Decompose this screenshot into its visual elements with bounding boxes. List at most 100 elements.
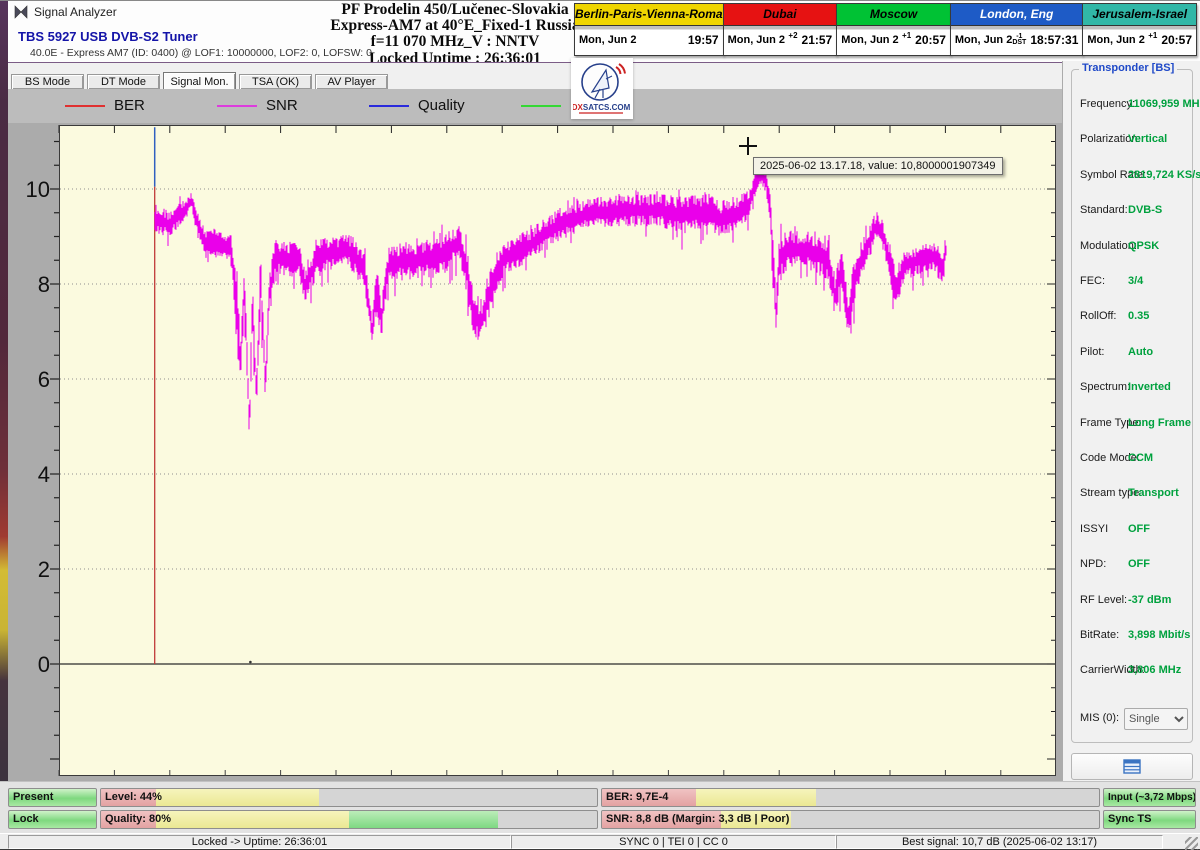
- meter-label: Quality: 80%: [105, 813, 171, 825]
- chart-panel: BERSNRQualityLevel 0246810 2025-06-02 13…: [8, 89, 1062, 781]
- chart-tooltip: 2025-06-02 13.17.18, value: 10,800000190…: [753, 157, 1003, 175]
- ts-tool-button[interactable]: [1071, 753, 1193, 780]
- clock-time-row: Mon, Jun 2-1DST18:57:31: [951, 26, 1083, 54]
- crosshair-cursor-icon: [739, 137, 757, 155]
- field-value: 0.35: [1128, 310, 1149, 322]
- window-title: Signal Analyzer: [34, 5, 117, 19]
- meter-snr: SNR: 8,8 dB (Margin: 3,3 dB | Poor): [601, 810, 1100, 829]
- transponder-row-pilot: Pilot: Auto: [1072, 346, 1194, 362]
- clock-city-name: Berlin-Paris-Vienna-Roma: [575, 4, 723, 26]
- field-value: 3,806 MHz: [1128, 664, 1181, 676]
- transponder-row-modulation: Modulation:QPSK: [1072, 240, 1194, 256]
- statusbar: Locked -> Uptime: 26:36:01SYNC 0 | TEI 0…: [0, 833, 1200, 850]
- resize-grip[interactable]: [1185, 837, 1198, 850]
- meter-ber: BER: 9,7E-4: [601, 788, 1100, 807]
- sidebar: Transponder [BS] Frequency:11069,959 MHz…: [1062, 61, 1200, 781]
- mis-select[interactable]: Single: [1124, 708, 1188, 730]
- field-label: RollOff:: [1080, 310, 1116, 322]
- clock-date: Mon, Jun 2: [728, 34, 785, 46]
- meter-label: Input (~3,72 Mbps): [1108, 792, 1196, 803]
- field-value: Inverted: [1128, 381, 1171, 393]
- y-axis-label: 10: [26, 177, 50, 202]
- clock-panel-moscow: MoscowMon, Jun 2+120:57: [836, 3, 951, 56]
- meter-level: Level: 44%: [100, 788, 598, 807]
- signal-meters: Present Level: 44% BER: 9,7E-4 Input (~3,72…: [0, 781, 1200, 833]
- clock-city-name: Jerusalem-Israel: [1083, 4, 1196, 26]
- tab-dt-mode[interactable]: DT Mode: [87, 74, 160, 90]
- meter-label: Sync TS: [1108, 813, 1151, 825]
- field-label: NPD:: [1080, 558, 1106, 570]
- transponder-row-standard: Standard:DVB-S: [1072, 204, 1194, 220]
- statusbar-cell-1: Locked -> Uptime: 26:36:01: [8, 835, 511, 849]
- signal-chart: 0246810: [8, 89, 1062, 781]
- field-value: 3/4: [1128, 275, 1143, 287]
- field-value: Transport: [1128, 487, 1179, 499]
- field-label: Standard:: [1080, 204, 1128, 216]
- meter-lock: Lock: [8, 810, 97, 829]
- field-value: 3,898 Mbit/s: [1128, 629, 1190, 641]
- clock-time: 20:57: [1161, 33, 1192, 47]
- transponder-row-symbol-rate: Symbol Rate:2819,724 KS/s: [1072, 169, 1194, 185]
- statusbar-cell-2: SYNC 0 | TEI 0 | CC 0: [511, 835, 836, 849]
- meter-label: SNR: 8,8 dB (Margin: 3,3 dB | Poor): [606, 813, 789, 825]
- clock-city-name: Moscow: [837, 4, 950, 26]
- y-axis-label: 8: [38, 272, 50, 297]
- clock-time-row: Mon, Jun 2+120:57: [837, 26, 950, 54]
- tab-av-player[interactable]: AV Player: [315, 74, 388, 90]
- field-label: RF Level:: [1080, 594, 1127, 606]
- groupbox-title: Transponder [BS]: [1079, 62, 1177, 74]
- tab-tsa-ok[interactable]: TSA (OK): [239, 74, 312, 90]
- tuner-title: TBS 5927 USB DVB-S2 Tuner: [18, 29, 198, 44]
- field-label: Frequency:: [1080, 98, 1135, 110]
- clock-utc-offset: +2: [788, 31, 797, 40]
- meter-segment-green: [349, 811, 498, 828]
- transponder-row-carrierwidth: CarrierWidth:3,806 MHz: [1072, 664, 1194, 680]
- clock-utc-offset: +1: [1148, 31, 1157, 40]
- field-value: 2819,724 KS/s: [1128, 169, 1200, 181]
- dxsatcs-logo: DXSATCS.COM: [571, 58, 633, 119]
- clock-time-row: Mon, Jun 2 +1 20:57: [1083, 26, 1196, 54]
- meter-label: Level: 44%: [105, 791, 162, 803]
- meter-sync-ts: Sync TS: [1103, 810, 1196, 829]
- meter-input-3-72-mbps: Input (~3,72 Mbps): [1103, 788, 1196, 807]
- field-value: Vertical: [1128, 133, 1167, 145]
- transponder-row-bitrate: BitRate:3,898 Mbit/s: [1072, 629, 1194, 645]
- y-axis-label: 6: [38, 367, 50, 392]
- offset-label: DST: [1012, 40, 1026, 47]
- clock-panel-london-eng: London, EngMon, Jun 2-1DST18:57:31: [950, 3, 1084, 56]
- field-value: Auto: [1128, 346, 1153, 358]
- clock-utc-offset: -1DST: [1012, 34, 1026, 47]
- satellite-dish-icon: DXSATCS.COM: [573, 60, 631, 117]
- transponder-row-frame-type: Frame Type:Long Frame: [1072, 417, 1194, 433]
- tab-bs-mode[interactable]: BS Mode: [11, 74, 84, 90]
- meter-segment-yellow: [156, 789, 320, 806]
- clock-time-row: Mon, Jun 2+2 21:57: [724, 26, 837, 54]
- transponder-row-issyi: ISSYI OFF: [1072, 523, 1194, 539]
- world-clocks: Berlin-Paris-Vienna-RomaMon, Jun 219:57D…: [575, 3, 1197, 56]
- transponder-row-fec: FEC:3/4: [1072, 275, 1194, 291]
- transponder-row-code-mode: Code Mode:CCM: [1072, 452, 1194, 468]
- transponder-row-spectrum: Spectrum:Inverted: [1072, 381, 1194, 397]
- table-icon: [1123, 759, 1141, 774]
- meter-label: Present: [13, 791, 53, 803]
- meter-present: Present: [8, 788, 97, 807]
- field-label: Pilot:: [1080, 346, 1104, 358]
- clock-time: 21:57: [802, 33, 833, 47]
- statusbar-cell-3: Best signal: 10,7 dB (2025-06-02 13:17): [836, 835, 1163, 849]
- transponder-groupbox: Transponder [BS] Frequency:11069,959 MHz…: [1071, 69, 1193, 743]
- field-label: Spectrum:: [1080, 381, 1130, 393]
- svg-text:DXSATCS.COM: DXSATCS.COM: [573, 103, 631, 112]
- field-value: OFF: [1128, 523, 1150, 535]
- clock-date: Mon, Jun 2: [579, 34, 636, 46]
- clock-date: Mon, Jun 2: [1087, 34, 1144, 46]
- meter-segment-yellow: [156, 811, 349, 828]
- transponder-row-stream-type: Stream type:Transport: [1072, 487, 1194, 503]
- clock-city-name: London, Eng: [951, 4, 1083, 26]
- clock-panel-dubai: DubaiMon, Jun 2+221:57: [723, 3, 838, 56]
- app-icon: [14, 5, 28, 24]
- clock-utc-offset: +1: [902, 31, 911, 40]
- field-value: -37 dBm: [1128, 594, 1171, 606]
- meter-segment-yellow: [696, 789, 815, 806]
- y-axis-label: 2: [38, 557, 50, 582]
- field-label: ISSYI: [1080, 523, 1108, 535]
